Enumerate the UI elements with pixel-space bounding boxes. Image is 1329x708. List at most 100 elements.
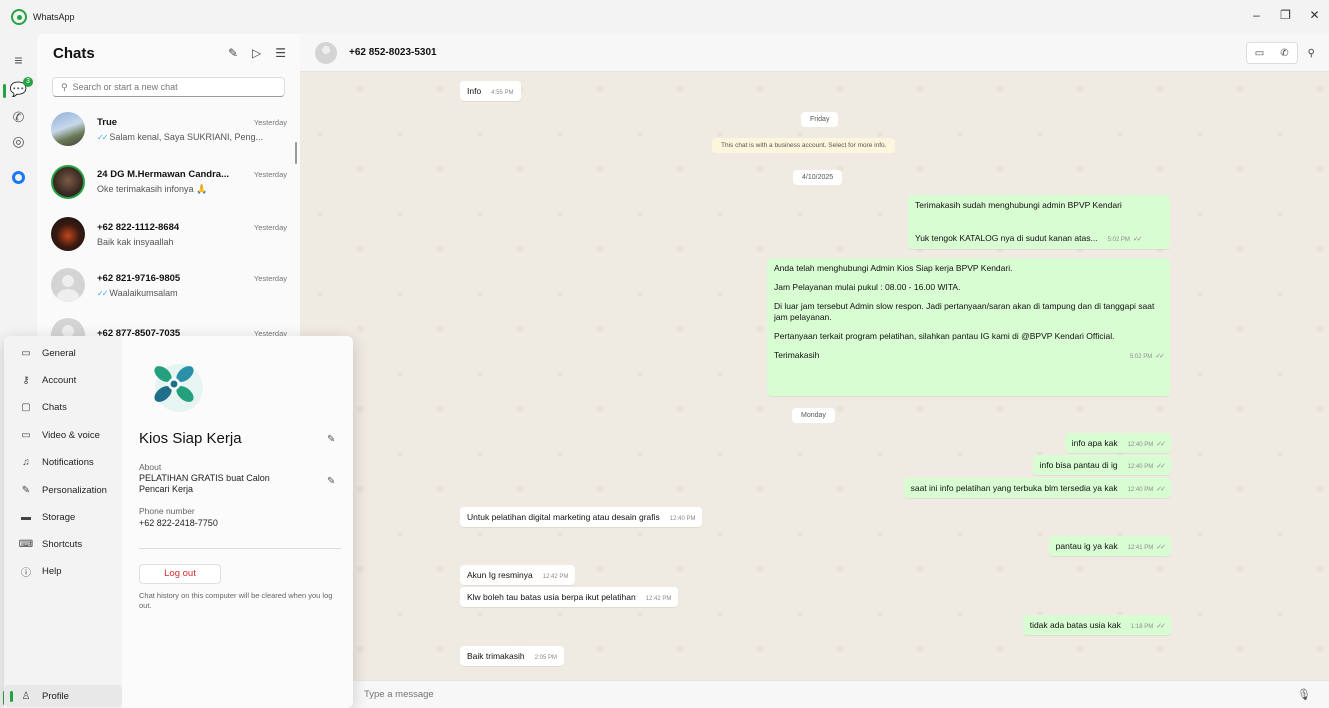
date-pill: 4/10/2025 — [793, 170, 843, 185]
message-outgoing[interactable]: info bisa pantau di ig 12:40 PM ✓✓ — [1032, 455, 1171, 475]
message-incoming[interactable]: Akun Ig resminya 12:42 PM — [460, 565, 576, 585]
message-time: 1:18 PM — [1130, 624, 1154, 630]
settings-profile[interactable]: ♙ Profile — [4, 685, 122, 707]
voice-call-icon[interactable]: ✆ — [1280, 48, 1288, 59]
chat-item[interactable]: True Yesterday ✓✓ Salam kenal, Saya SUKRIA… — [47, 104, 287, 154]
message-text: Yuk tengok KATALOG nya di sudut kanan at… — [915, 233, 1098, 243]
edit-name-icon[interactable]: ✎ — [327, 434, 335, 445]
message-time: 12:40 PM — [669, 516, 696, 522]
settings-item-label: Notifications — [42, 456, 94, 468]
maximize-button[interactable]: ❐ — [1271, 0, 1300, 30]
chat-item[interactable]: +62 822-1112-8684 Yesterday Baik kak insy… — [47, 209, 287, 259]
chat-item[interactable]: +62 821-9716-9805 Yesterday ✓✓ Waalaikumsa… — [47, 260, 287, 310]
logout-button[interactable]: Log out — [139, 564, 221, 584]
chat-name: +62 822-1112-8684 — [97, 221, 180, 233]
profile-photo[interactable] — [139, 354, 209, 414]
conversation-panel: +62 852-8023-5301 ▭ ✆ ⚲ Info 4:55 PM Frid… — [300, 34, 1329, 708]
message-text: Terimakasih — [774, 350, 820, 360]
settings-nav: ▭ General ⚷ Account ▢ Chats ▭ Video & voice … — [4, 336, 122, 708]
settings-personalization[interactable]: ✎ Personalization — [4, 479, 122, 501]
settings-general[interactable]: ▭ General — [4, 342, 122, 364]
read-ticks-icon: ✓✓ — [1156, 544, 1166, 551]
message-incoming[interactable]: Baik trimakasih 2:05 PM — [460, 646, 564, 666]
chat-bubble-icon: ▢ — [21, 401, 31, 413]
message-incoming[interactable]: Klw boleh tau batas usia berpa ikut pela… — [460, 587, 679, 607]
video-icon: ▭ — [21, 429, 31, 441]
settings-chats[interactable]: ▢ Chats — [4, 396, 122, 418]
date-pill: Monday — [792, 408, 835, 423]
contact-name[interactable]: +62 852-8023-5301 — [349, 47, 437, 58]
message-outgoing[interactable]: Terimakasih sudah menghubungi admin BPVP… — [908, 195, 1170, 249]
chats-nav-icon[interactable]: 💬 3 — [0, 77, 37, 98]
chat-list-scrollbar[interactable] — [295, 142, 297, 164]
settings-shortcuts[interactable]: ⌨ Shortcuts — [4, 533, 122, 555]
close-button[interactable]: ✕ — [1300, 0, 1329, 30]
message-time: 12:41 PM — [1127, 545, 1154, 551]
status-nav-icon[interactable]: ◎ — [0, 133, 37, 150]
message-incoming[interactable]: Info 4:55 PM — [460, 81, 521, 101]
message-composer: 🎙 — [300, 680, 1329, 708]
brush-icon: ✎ — [21, 484, 31, 496]
avatar — [51, 268, 85, 302]
settings-account[interactable]: ⚷ Account — [4, 369, 122, 391]
conversation-header[interactable]: +62 852-8023-5301 ▭ ✆ ⚲ — [300, 34, 1329, 72]
calls-nav-icon[interactable]: ✆ — [0, 109, 37, 126]
window-title: WhatsApp — [33, 12, 75, 22]
search-input[interactable]: ⚲ Search or start a new chat — [52, 77, 285, 97]
settings-notifications[interactable]: ♫ Notifications — [4, 451, 122, 473]
read-ticks-icon: ✓✓ — [1155, 353, 1165, 360]
message-time: 5:02 PM — [1107, 237, 1130, 243]
filter-icon[interactable]: ☰ — [275, 46, 286, 60]
whatsapp-logo-icon — [11, 9, 27, 25]
message-time: 12:40 PM — [1127, 464, 1154, 470]
unread-badge: 3 — [23, 77, 33, 87]
profile-name: Kios Siap Kerja — [139, 430, 242, 447]
settings-storage[interactable]: ▬ Storage — [4, 506, 122, 528]
minimize-button[interactable]: – — [1242, 0, 1271, 30]
filter-label-icon[interactable]: ▷ — [252, 46, 261, 60]
read-ticks-icon: ✓✓ — [1156, 441, 1166, 448]
new-chat-icon[interactable]: ✎ — [228, 46, 238, 60]
settings-help[interactable]: ⓘ Help — [4, 560, 122, 582]
keyboard-icon: ⌨ — [18, 538, 34, 550]
message-incoming[interactable]: Untuk pelatihan digital marketing atau d… — [460, 507, 703, 527]
message-outgoing[interactable]: pantau ig ya kak 12:41 PM ✓✓ — [1048, 536, 1171, 556]
search-messages-icon[interactable]: ⚲ — [1308, 48, 1315, 59]
settings-video-voice[interactable]: ▭ Video & voice — [4, 424, 122, 446]
settings-item-label: Account — [42, 374, 77, 386]
read-ticks-icon: ✓✓ — [1156, 463, 1166, 470]
settings-item-label: General — [42, 347, 76, 359]
date-pill: Friday — [801, 112, 839, 127]
edit-about-icon[interactable]: ✎ — [327, 476, 335, 487]
read-ticks-icon: ✓✓ — [97, 132, 108, 142]
logout-note: Chat history on this computer will be cl… — [139, 591, 333, 610]
menu-icon[interactable]: ≡ — [0, 52, 37, 68]
contact-avatar[interactable] — [315, 41, 337, 64]
message-text: Klw boleh tau batas usia berpa ikut pela… — [467, 592, 636, 602]
message-outgoing[interactable]: tidak ada batas usia kak 1:18 PM ✓✓ — [1022, 615, 1171, 635]
avatar — [51, 112, 85, 146]
chat-time: Yesterday — [253, 222, 287, 232]
message-text: Info — [467, 86, 482, 96]
avatar — [51, 165, 85, 199]
settings-item-label: Personalization — [42, 484, 107, 496]
message-outgoing[interactable]: saat ini info pelatihan yang terbuka blm… — [903, 478, 1171, 498]
message-text: Baik trimakasih — [467, 651, 525, 661]
message-text: Di luar jam tersebut Admin slow respon. … — [774, 301, 1155, 322]
microphone-icon[interactable]: 🎙 — [1297, 688, 1311, 701]
message-outgoing[interactable]: info apa kak 12:40 PM ✓✓ — [1064, 433, 1171, 453]
message-input[interactable] — [364, 689, 1164, 700]
business-info-pill[interactable]: This chat is with a business account. Se… — [712, 138, 896, 153]
key-icon: ⚷ — [22, 374, 30, 386]
message-outgoing[interactable]: Anda telah menghubungi Admin Kios Siap k… — [767, 258, 1170, 396]
settings-item-label: Profile — [42, 690, 69, 702]
settings-item-label: Video & voice — [42, 429, 100, 441]
message-text: pantau ig ya kak — [1055, 541, 1118, 551]
info-icon: ⓘ — [21, 567, 31, 579]
call-buttons: ▭ ✆ — [1245, 42, 1298, 64]
video-call-icon[interactable]: ▭ — [1255, 48, 1264, 59]
settings-panel: ▭ General ⚷ Account ▢ Chats ▭ Video & voice … — [4, 336, 353, 708]
chat-item[interactable]: 24 DG M.Hermawan Candra... Yesterday Oke … — [47, 157, 287, 207]
meta-ai-icon[interactable] — [0, 171, 37, 187]
read-ticks-icon: ✓✓ — [1132, 236, 1143, 243]
